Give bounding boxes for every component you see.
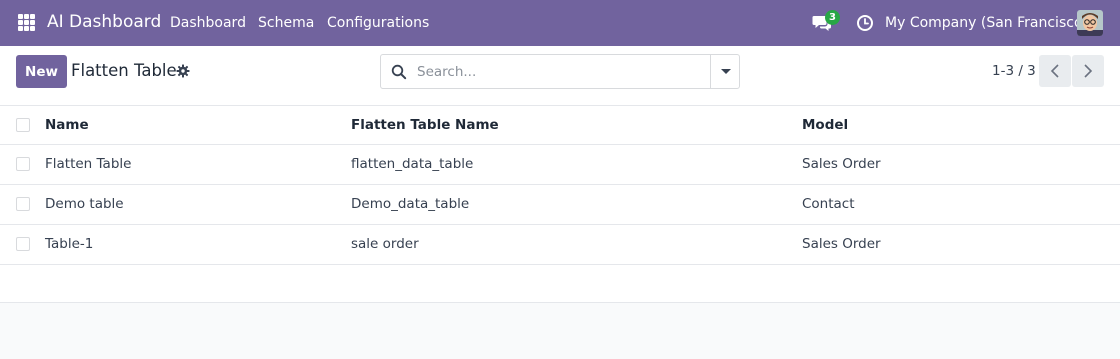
cell-model: Sales Order — [802, 224, 1120, 265]
chat-badge: 3 — [825, 10, 840, 25]
cell-model: Sales Order — [802, 144, 1120, 185]
list-table: Name Flatten Table Name Model Flatten Ta… — [0, 106, 1120, 303]
search-bar — [380, 54, 740, 89]
search-icon — [391, 64, 407, 80]
row-checkbox[interactable] — [16, 157, 30, 171]
menu-schema[interactable]: Schema — [258, 15, 314, 31]
column-header-flatten-table-name[interactable]: Flatten Table Name — [351, 106, 802, 145]
column-header-name[interactable]: Name — [45, 106, 351, 145]
menu-dashboard[interactable]: Dashboard — [170, 15, 246, 31]
cell-flatten-table-name: flatten_data_table — [351, 144, 802, 185]
chevron-right-icon — [1084, 64, 1093, 78]
search-input[interactable] — [417, 61, 707, 83]
pager-previous-button[interactable] — [1039, 55, 1071, 87]
search-options-toggle[interactable] — [710, 55, 740, 88]
table-row[interactable]: Flatten Table flatten_data_table Sales O… — [0, 144, 1120, 185]
cell-model: Contact — [802, 184, 1120, 225]
table-header-row: Name Flatten Table Name Model — [0, 106, 1120, 145]
gear-icon[interactable] — [176, 64, 190, 78]
clock-icon[interactable] — [856, 14, 874, 32]
user-avatar[interactable] — [1077, 10, 1103, 36]
caret-down-icon — [721, 69, 731, 74]
pager-value[interactable]: 1-3 / 3 — [992, 63, 1036, 79]
table-row[interactable]: Table-1 sale order Sales Order — [0, 224, 1120, 265]
pager-next-button[interactable] — [1072, 55, 1104, 87]
cell-name: Flatten Table — [45, 144, 351, 185]
cell-flatten-table-name: Demo_data_table — [351, 184, 802, 225]
column-header-model[interactable]: Model — [802, 106, 1120, 145]
page-title: Flatten Table — [71, 61, 177, 80]
cell-flatten-table-name: sale order — [351, 224, 802, 265]
cell-name: Table-1 — [45, 224, 351, 265]
table-row[interactable]: Demo table Demo_data_table Contact — [0, 184, 1120, 225]
app-brand[interactable]: AI Dashboard — [47, 12, 161, 32]
apps-grid-icon[interactable] — [18, 14, 35, 31]
table-footer-row — [0, 264, 1120, 303]
top-navbar: AI Dashboard Dashboard Schema Configurat… — [0, 0, 1120, 46]
select-all-checkbox[interactable] — [16, 117, 30, 132]
row-checkbox[interactable] — [16, 237, 30, 251]
row-checkbox[interactable] — [16, 197, 30, 211]
new-button[interactable]: New — [16, 55, 67, 88]
chevron-left-icon — [1050, 64, 1059, 78]
control-panel: New Flatten Table 1-3 / 3 — [0, 46, 1120, 106]
menu-configurations[interactable]: Configurations — [327, 15, 429, 31]
company-switcher[interactable]: My Company (San Francisco) — [885, 15, 1088, 31]
cell-name: Demo table — [45, 184, 351, 225]
